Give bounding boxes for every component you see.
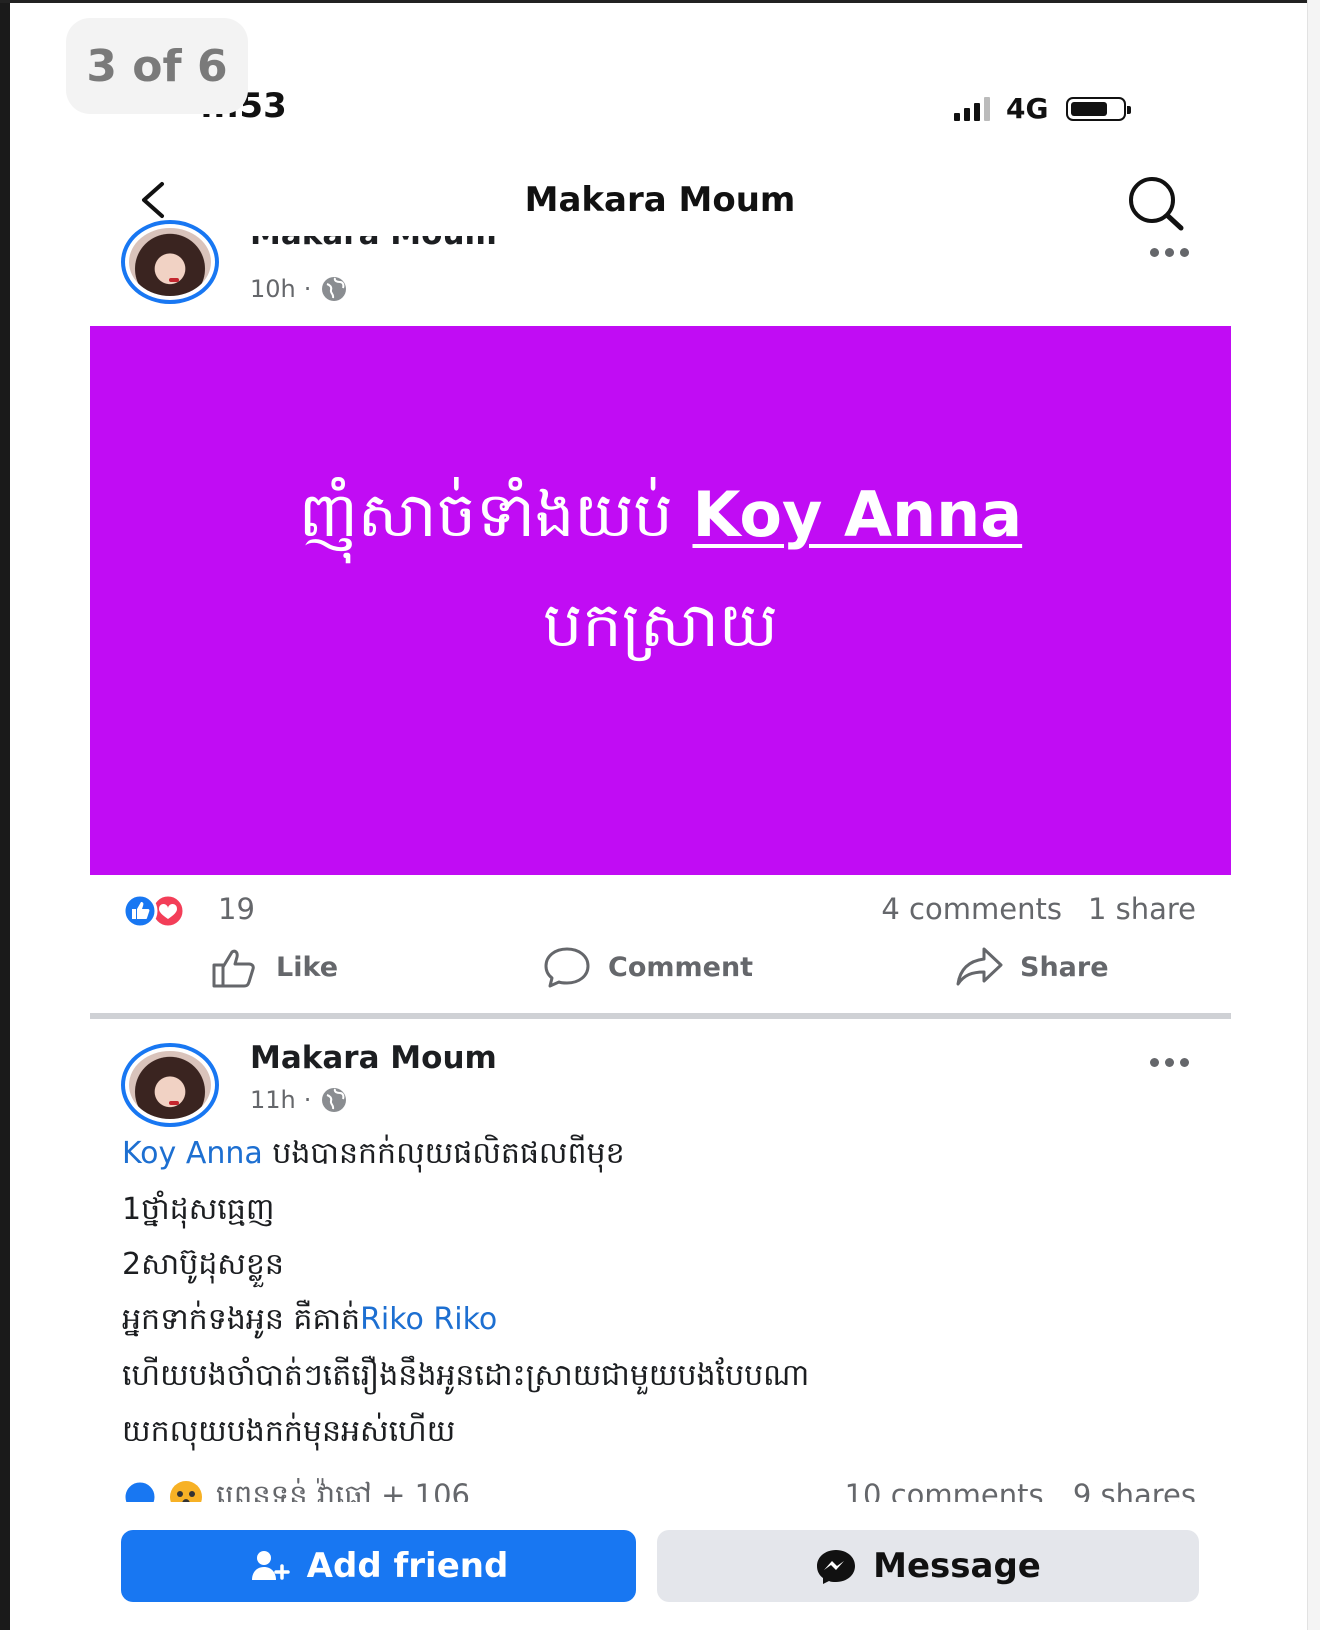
post1-meta: 10h · (250, 274, 349, 304)
post2-line4: អ្នកទាក់ទងអូន គឺគាត់Riko Riko (122, 1300, 497, 1344)
post2-line4-text: អ្នកទាក់ទងអូន គឺគាត់ (122, 1302, 361, 1337)
add-friend-label: Add friend (306, 1546, 509, 1586)
post-divider (90, 1013, 1231, 1019)
post1-counts: 4 comments 1 share (855, 892, 1196, 926)
messenger-icon (817, 1550, 856, 1584)
post1-author[interactable]: Makara Moum (250, 236, 497, 256)
post2-line5: ហើយបងចាំបាត់ៗតើរឿងនឹងអូនដោះស្រាយជាមួយបងប… (122, 1358, 810, 1393)
post1-avatar[interactable] (121, 220, 219, 304)
status-icons: 4G (954, 92, 1132, 125)
post2-reactors[interactable]: ព្រេនទន់ វ៉ាធៅ + 106 (216, 1478, 470, 1502)
image-text-line1: ញុំសាច់ទាំងយប់ Koy Anna (90, 476, 1231, 567)
post2-meta: 11h · (250, 1085, 349, 1115)
share-button[interactable]: Share (954, 945, 1109, 989)
right-border (1307, 0, 1320, 1630)
thumbs-up-icon (212, 949, 255, 988)
message-button[interactable]: Message (657, 1530, 1199, 1602)
image-text-khmer2: បកស្រាយ (543, 588, 778, 661)
left-border (0, 0, 10, 1630)
post1-comments-count[interactable]: 4 comments (881, 892, 1062, 926)
comment-label: Comment (608, 951, 754, 983)
mention-riko-riko[interactable]: Riko Riko (360, 1302, 497, 1337)
page-title: Makara Moum (524, 180, 796, 220)
network-type: 4G (1006, 92, 1049, 125)
post2-author[interactable]: Makara Moum (250, 1040, 497, 1076)
post2-line2: 1ថ្នាំដុសធ្មេញ (122, 1192, 275, 1227)
share-icon (956, 947, 1003, 986)
signal-icon (954, 96, 990, 121)
comment-icon (544, 947, 590, 988)
post1-more-icon[interactable] (1150, 248, 1189, 257)
top-nav: Makara Moum (0, 170, 1320, 232)
post2-line1: Koy Anna បងបានកក់លុយផលិតផលពីមុខ (122, 1134, 625, 1178)
post2-shares-count[interactable]: 9 shares (1073, 1478, 1196, 1502)
comment-button[interactable]: Comment (542, 945, 753, 989)
post2-reactions-row: ព្រេនទន់ វ៉ាធៅ + 106 10 comments 9 share… (120, 1478, 1196, 1502)
post1-reactions-row: 19 4 comments 1 share (120, 890, 1196, 930)
post2-line1-text: បងបានកក់លុយផលិតផលពីមុខ (272, 1136, 625, 1171)
like-label: Like (276, 951, 339, 983)
post2-line6: យកលុយបងកក់មុនអស់ហើយ (122, 1414, 456, 1449)
meta-separator: · (303, 275, 312, 303)
share-label: Share (1020, 951, 1109, 983)
post1-reaction-count[interactable]: 19 (218, 892, 255, 926)
top-border (0, 0, 1320, 3)
post2-time: 11h (250, 1086, 296, 1114)
post1-image[interactable]: ញុំសាច់ទាំងយប់ Koy Anna បកស្រាយ (90, 326, 1231, 875)
post2-avatar[interactable] (121, 1043, 219, 1127)
image-text-name: Koy Anna (692, 478, 1023, 551)
globe-icon (322, 1088, 347, 1112)
battery-icon (1066, 96, 1132, 121)
meta-separator: · (303, 1086, 312, 1114)
mention-koy-anna[interactable]: Koy Anna (122, 1136, 263, 1171)
like-love-reaction-icon[interactable] (122, 894, 210, 928)
image-text-khmer1: ញុំសាច់ទាំងយប់ (298, 478, 673, 551)
message-label: Message (873, 1546, 1041, 1586)
add-person-icon (251, 1551, 290, 1580)
like-button[interactable]: Like (210, 945, 338, 989)
post2-more-icon[interactable] (1150, 1058, 1189, 1067)
post1-author-label: Makara Moum (250, 236, 497, 252)
search-icon[interactable] (1124, 174, 1188, 232)
add-friend-button[interactable]: Add friend (121, 1530, 636, 1602)
like-wow-reaction-icon[interactable] (122, 1480, 208, 1502)
post1-time: 10h (250, 275, 296, 303)
post1-shares-count[interactable]: 1 share (1088, 892, 1196, 926)
image-counter: 3 of 6 (66, 18, 248, 114)
post2-counts: 10 comments 9 shares (845, 1478, 1196, 1502)
post2-comments-count[interactable]: 10 comments (845, 1478, 1044, 1502)
globe-icon (322, 277, 347, 301)
post1-actions: Like Comment Share (90, 945, 1231, 1007)
post2-line3: 2សាប៊ូដុសខ្លួន (122, 1247, 284, 1282)
